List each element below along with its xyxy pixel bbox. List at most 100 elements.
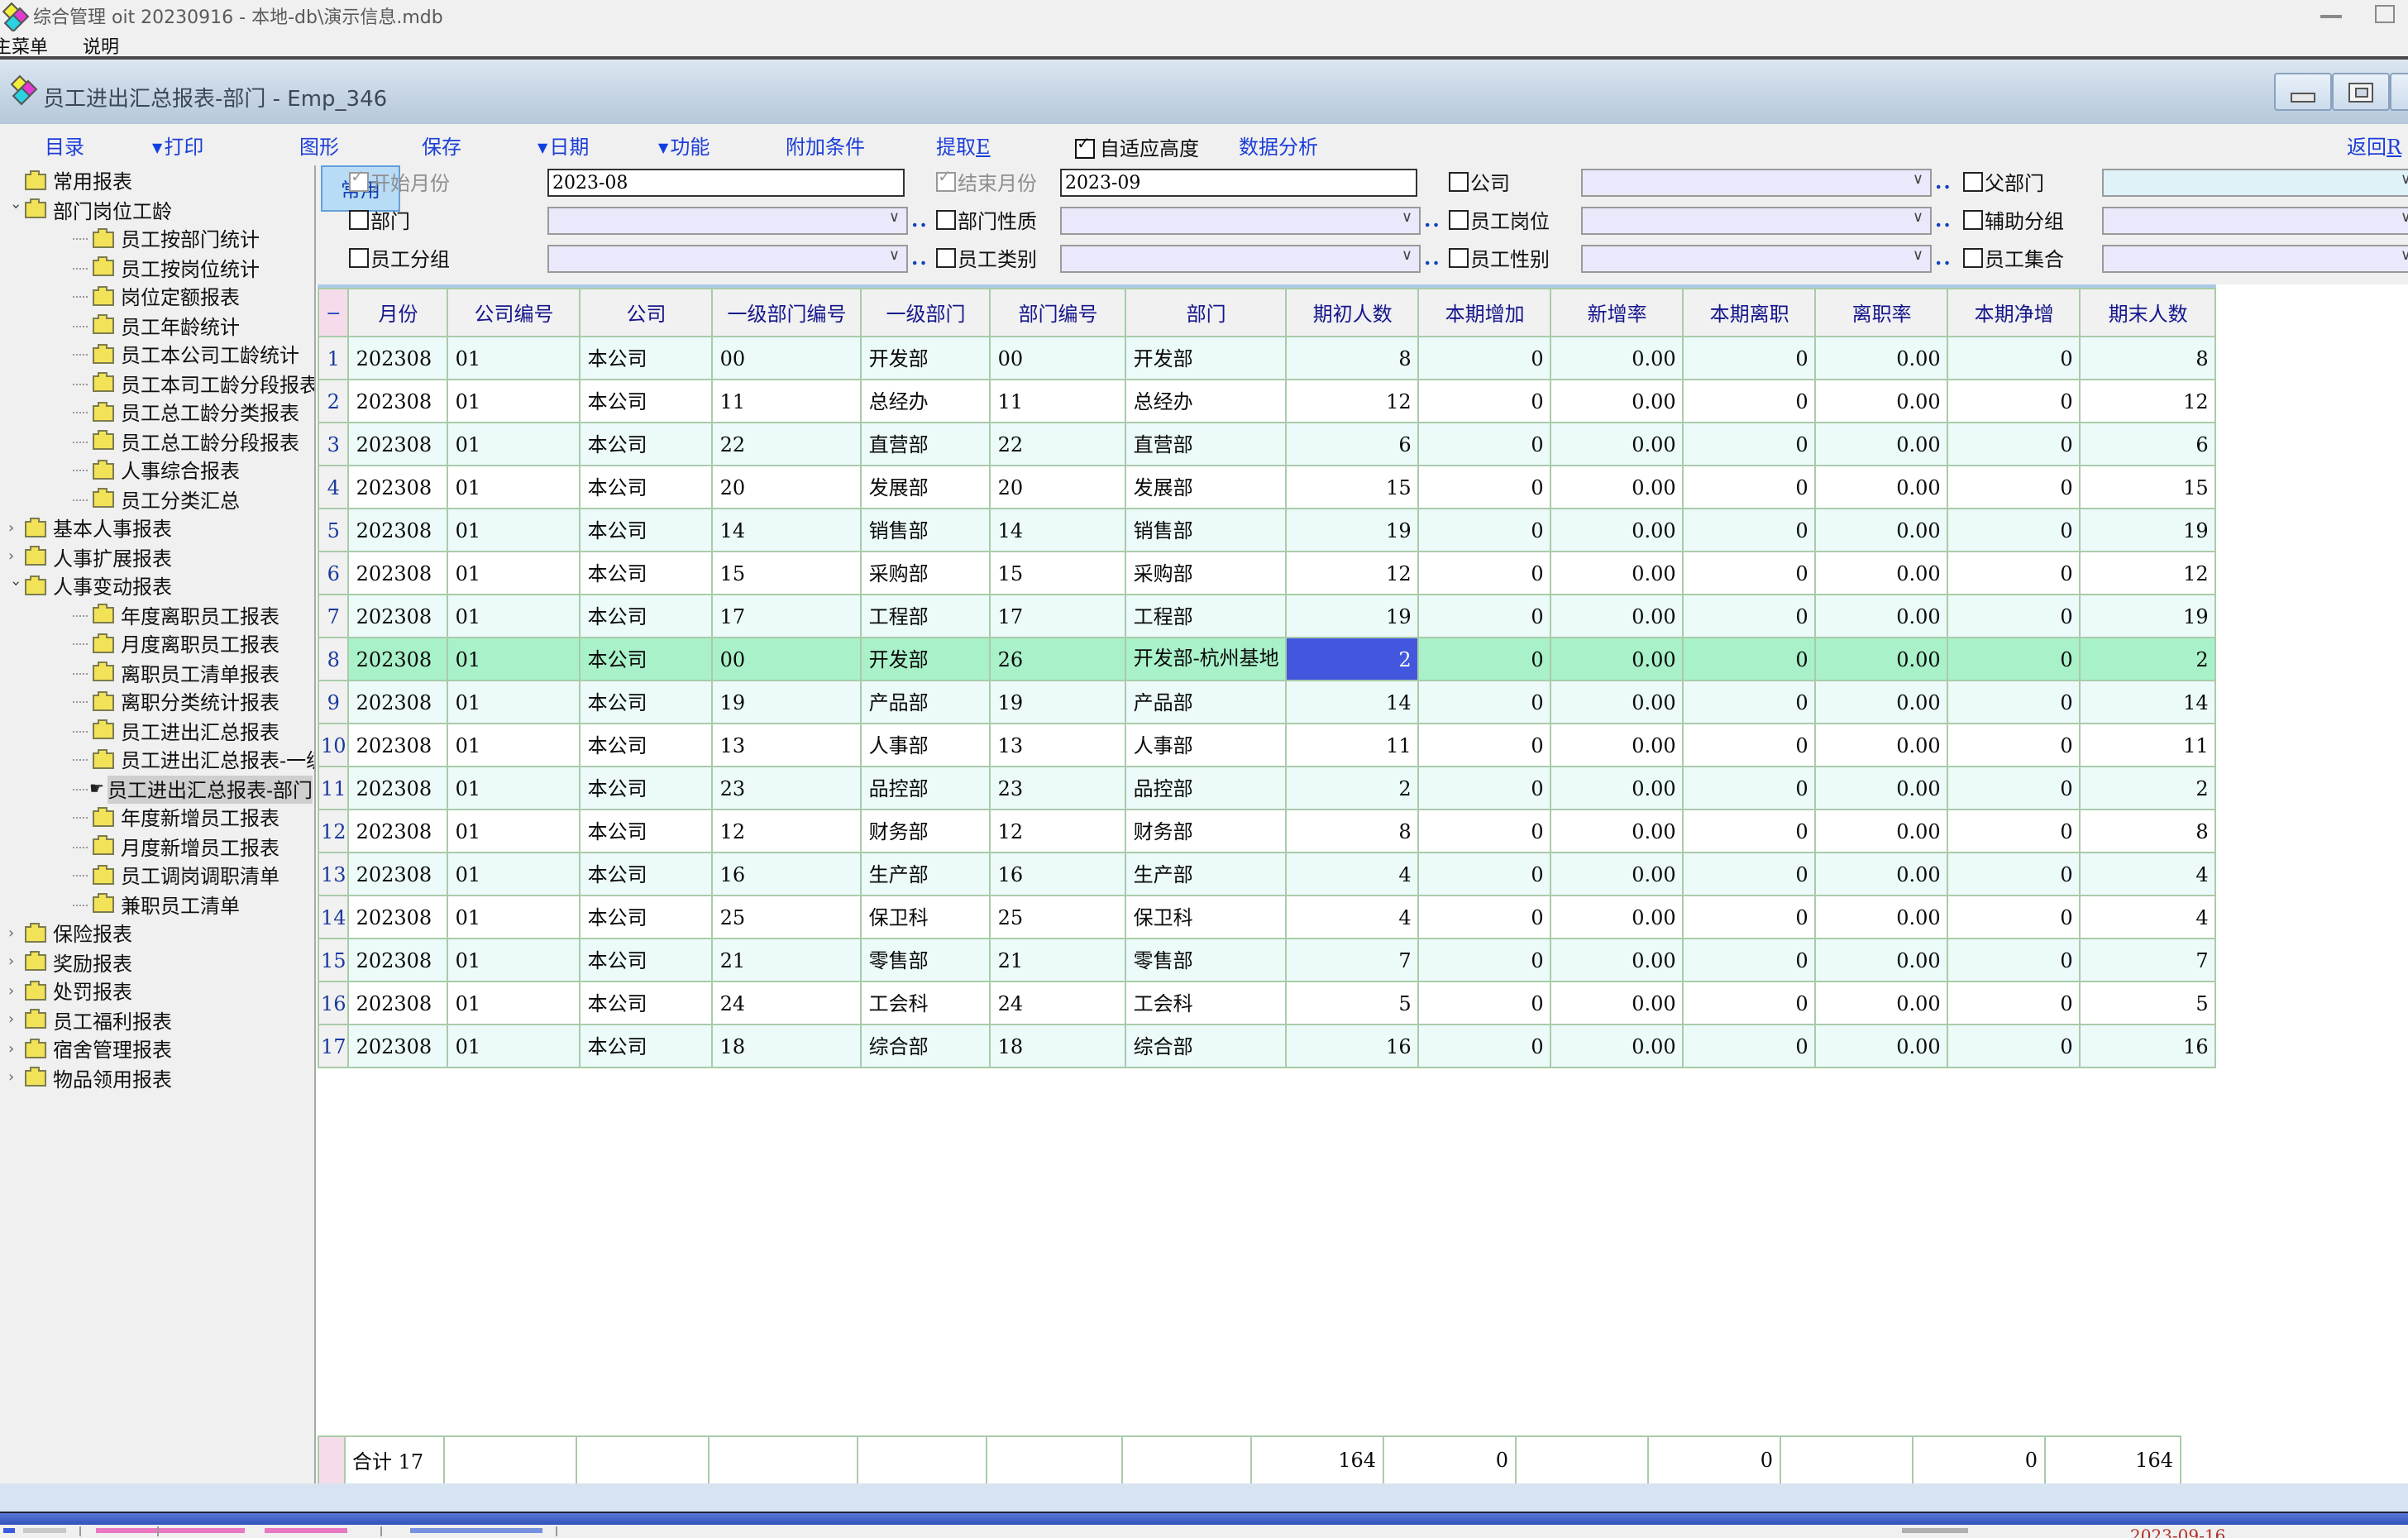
cell[interactable]: 202308 [349, 724, 448, 767]
filter-checkbox-部门性质[interactable] [936, 210, 956, 230]
sidebar-item-宿舍管理报表[interactable]: ›宿舍管理报表 [0, 1035, 314, 1064]
cell[interactable]: 01 [448, 939, 580, 982]
cell[interactable]: 19 [2081, 509, 2216, 552]
cell[interactable]: 4 [2081, 853, 2216, 896]
cell[interactable]: 0 [1684, 380, 1816, 423]
menu-main[interactable]: 主菜单 [0, 33, 48, 60]
cell[interactable]: 2 [1287, 638, 1419, 681]
cell[interactable]: 202308 [349, 681, 448, 724]
cell[interactable]: 13 [991, 724, 1126, 767]
cell[interactable]: 01 [448, 810, 580, 853]
chevron-down-icon[interactable]: › [7, 580, 23, 594]
cell[interactable]: 4 [1287, 853, 1419, 896]
cell[interactable]: 18 [713, 1025, 862, 1068]
cell[interactable]: 19 [1287, 509, 1419, 552]
column-header-一级部门[interactable]: 一级部门 [862, 289, 991, 337]
cell[interactable]: 12 [2081, 552, 2216, 595]
row-number-cell[interactable]: 9 [318, 681, 349, 724]
cell[interactable]: 0 [1948, 681, 2081, 724]
cell[interactable]: 采购部 [1126, 552, 1287, 595]
filter-more-dots[interactable]: .. [1935, 246, 1952, 270]
toolbar-button-图形[interactable]: 图形 [299, 132, 339, 160]
filter-dropdown-员工集合[interactable]: ∨ [2102, 245, 2408, 273]
cell[interactable]: 8 [2081, 810, 2216, 853]
cell[interactable]: 0 [1419, 638, 1551, 681]
row-number-cell[interactable]: 3 [318, 423, 349, 466]
cell[interactable]: 0 [1684, 595, 1816, 638]
cell[interactable]: 01 [448, 681, 580, 724]
chevron-right-icon[interactable]: › [8, 926, 22, 943]
cell[interactable]: 0 [1948, 724, 2081, 767]
cell[interactable]: 8 [1287, 337, 1419, 380]
sidebar-item-员工按部门统计[interactable]: 员工按部门统计 [0, 225, 314, 254]
sidebar-item-离职分类统计报表[interactable]: 离职分类统计报表 [0, 688, 314, 717]
cell[interactable]: 17 [991, 595, 1126, 638]
filter-checkbox-父部门[interactable] [1963, 172, 1983, 192]
sidebar-item-保险报表[interactable]: ›保险报表 [0, 919, 314, 948]
cell[interactable]: 7 [1287, 939, 1419, 982]
cell[interactable]: 8 [2081, 337, 2216, 380]
cell[interactable]: 11 [1287, 724, 1419, 767]
sidebar-item-年度离职员工报表[interactable]: 年度离职员工报表 [0, 601, 314, 630]
filter-checkbox-员工分组[interactable] [349, 248, 369, 268]
cell[interactable]: 01 [448, 552, 580, 595]
cell[interactable]: 2 [1287, 767, 1419, 810]
cell[interactable]: 12 [2081, 380, 2216, 423]
cell[interactable]: 0.00 [1551, 1025, 1684, 1068]
cell[interactable]: 7 [2081, 939, 2216, 982]
cell[interactable]: 0.00 [1551, 423, 1684, 466]
cell[interactable]: 本公司 [580, 767, 713, 810]
cell[interactable]: 12 [1287, 552, 1419, 595]
sidebar-item-人事综合报表[interactable]: 人事综合报表 [0, 456, 314, 485]
cell[interactable]: 0 [1684, 1025, 1816, 1068]
cell[interactable]: 0.00 [1816, 509, 1948, 552]
cell[interactable]: 202308 [349, 939, 448, 982]
cell[interactable]: 0.00 [1551, 681, 1684, 724]
cell[interactable]: 202308 [349, 767, 448, 810]
cell[interactable]: 0 [1684, 896, 1816, 939]
filter-dropdown-部门[interactable]: ∨ [547, 207, 908, 235]
sidebar-item-离职员工清单报表[interactable]: 离职员工清单报表 [0, 659, 314, 688]
cell[interactable]: 本公司 [580, 423, 713, 466]
cell[interactable]: 开发部 [862, 337, 991, 380]
column-header-本期增加[interactable]: 本期增加 [1419, 289, 1551, 337]
cell[interactable]: 20 [713, 466, 862, 509]
cell[interactable]: 0 [1948, 767, 2081, 810]
cell[interactable]: 零售部 [862, 939, 991, 982]
cell[interactable]: 202308 [349, 853, 448, 896]
cell[interactable]: 01 [448, 767, 580, 810]
sidebar-item-奖励报表[interactable]: ›奖励报表 [0, 948, 314, 977]
cell[interactable]: 19 [713, 681, 862, 724]
cell[interactable]: 0 [1684, 939, 1816, 982]
cell[interactable]: 00 [991, 337, 1126, 380]
cell[interactable]: 202308 [349, 466, 448, 509]
row-number-cell[interactable]: 10 [318, 724, 349, 767]
sidebar-item-年度新增员工报表[interactable]: 年度新增员工报表 [0, 804, 314, 833]
cell[interactable]: 19 [2081, 595, 2216, 638]
cell[interactable]: 本公司 [580, 380, 713, 423]
cell[interactable]: 01 [448, 423, 580, 466]
cell[interactable]: 0 [1684, 466, 1816, 509]
cell[interactable]: 产品部 [862, 681, 991, 724]
cell[interactable]: 0 [1419, 724, 1551, 767]
column-header-公司[interactable]: 公司 [580, 289, 713, 337]
column-header-期末人数[interactable]: 期末人数 [2081, 289, 2216, 337]
sidebar-item-物品领用报表[interactable]: ›物品领用报表 [0, 1064, 314, 1093]
cell[interactable]: 24 [713, 982, 862, 1025]
cell[interactable]: 本公司 [580, 552, 713, 595]
column-header-本期净增[interactable]: 本期净增 [1948, 289, 2081, 337]
cell[interactable]: 11 [713, 380, 862, 423]
cell[interactable]: 17 [713, 595, 862, 638]
cell[interactable]: 0 [1948, 982, 2081, 1025]
cell[interactable]: 20 [991, 466, 1126, 509]
chevron-right-icon[interactable]: › [8, 955, 22, 972]
cell[interactable]: 0.00 [1816, 767, 1948, 810]
child-restore-button[interactable] [2332, 73, 2390, 111]
sidebar-item-月度离职员工报表[interactable]: 月度离职员工报表 [0, 630, 314, 659]
cell[interactable]: 0 [1419, 939, 1551, 982]
filter-checkbox-结束月份[interactable]: ✓ [936, 172, 956, 192]
cell[interactable]: 0.00 [1551, 982, 1684, 1025]
cell[interactable]: 本公司 [580, 810, 713, 853]
chevron-right-icon[interactable]: › [8, 1013, 22, 1029]
sidebar-item-员工总工龄分类报表[interactable]: 员工总工龄分类报表 [0, 399, 314, 427]
